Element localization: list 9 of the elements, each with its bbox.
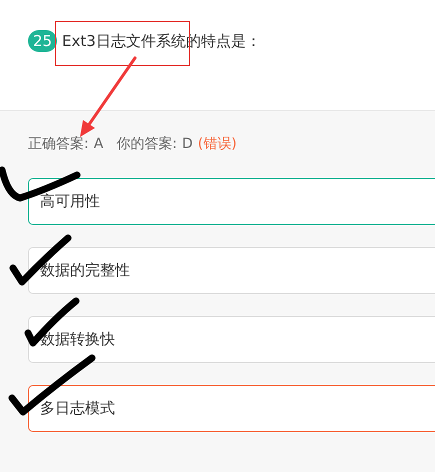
answer-option[interactable]: 多日志模式 bbox=[28, 385, 435, 432]
your-answer-value: D bbox=[182, 136, 193, 152]
correct-answer-value: A bbox=[94, 136, 104, 152]
check-mark bbox=[10, 234, 72, 286]
question-number: 25 bbox=[28, 30, 57, 52]
correct-answer-label: 正确答案: bbox=[28, 135, 89, 153]
verdict-text: (错误) bbox=[198, 135, 237, 153]
answer-option[interactable]: 高可用性 bbox=[28, 178, 435, 225]
your-answer-label: 你的答案: bbox=[116, 135, 178, 153]
